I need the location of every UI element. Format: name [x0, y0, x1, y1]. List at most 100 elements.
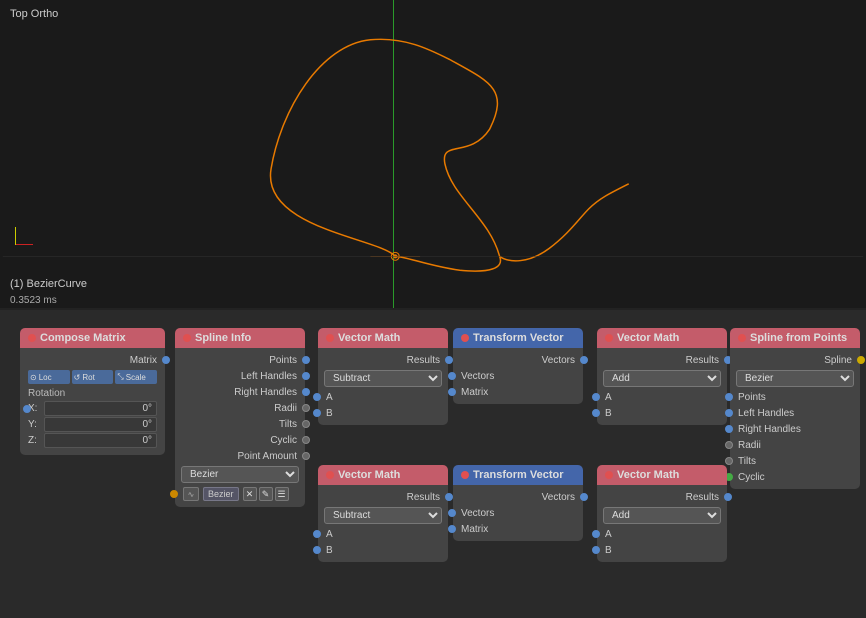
vm1-select[interactable]: Subtract — [324, 370, 442, 387]
node-sfp-title: Spline from Points — [750, 332, 847, 344]
si-radii-row: Radii — [175, 400, 305, 416]
vm2-b-row: B — [597, 405, 727, 421]
node-vm3-title: Vector Math — [338, 469, 400, 481]
tv1-vectors-socket — [580, 356, 588, 364]
scale-button[interactable]: ⤡ Scale — [115, 370, 157, 384]
node-tv2-title: Transform Vector — [473, 469, 563, 481]
sfp-points-socket — [725, 393, 733, 401]
node-tv2-header: Transform Vector — [453, 465, 583, 485]
sfp-righthandles-row: Right Handles — [730, 421, 860, 437]
bezier-menu-btn[interactable]: ☰ — [275, 487, 289, 501]
si-select[interactable]: Bezier — [181, 466, 299, 483]
vm3-select[interactable]: Subtract — [324, 507, 442, 524]
bezier-x-btn[interactable]: ✕ — [243, 487, 257, 501]
tv2-vectors-row: Vectors — [453, 489, 583, 505]
node-transform-vector-1: Transform Vector Vectors Vectors Matrix — [453, 328, 583, 404]
node-vm1-body: Results Subtract A B — [318, 348, 448, 425]
node-dot — [461, 334, 469, 342]
rotation-section: Rotation X: 0° Y: 0° Z: 0° — [20, 386, 165, 451]
vm4-a-socket — [592, 530, 600, 538]
node-tv1-title: Transform Vector — [473, 332, 563, 344]
node-vm1-title: Vector Math — [338, 332, 400, 344]
node-vm3-body: Results Subtract A B — [318, 485, 448, 562]
node-sfp-body: Spline Bezier Points Left Handles Right … — [730, 348, 860, 489]
vm1-a-row: A — [318, 389, 448, 405]
si-cyclic-socket — [302, 436, 310, 444]
lrs-buttons: ⊙ Loc ↺ Rot ⤡ Scale — [20, 368, 165, 386]
sfp-tilts-row: Tilts — [730, 453, 860, 469]
node-transform-vector-2: Transform Vector Vectors Vectors Matrix — [453, 465, 583, 541]
vm2-b-socket — [592, 409, 600, 417]
bezier-actions: ✕ ✎ ☰ — [243, 487, 289, 501]
vm3-results-socket — [445, 493, 453, 501]
node-vm3-header: Vector Math — [318, 465, 448, 485]
rotation-x-socket — [23, 405, 31, 413]
tv2-matrix-socket — [448, 525, 456, 533]
tv1-matrix-row: Matrix — [453, 384, 583, 400]
node-vm2-body: Results Add A B — [597, 348, 727, 425]
node-compose-matrix-header: Compose Matrix — [20, 328, 165, 348]
node-vm1-header: Vector Math — [318, 328, 448, 348]
loc-button[interactable]: ⊙ Loc — [28, 370, 70, 384]
si-points-row: Points — [175, 352, 305, 368]
bezier-tag: Bezier — [203, 487, 239, 501]
si-lefthandles-row: Left Handles — [175, 368, 305, 384]
vm4-b-socket — [592, 546, 600, 554]
sfp-cyclic-row: Cyclic — [730, 469, 860, 485]
rot-button[interactable]: ↺ Rot — [72, 370, 114, 384]
si-tilts-socket — [302, 420, 310, 428]
si-righthandles-row: Right Handles — [175, 384, 305, 400]
si-points-socket — [302, 356, 310, 364]
rotation-z-row: Z: 0° — [28, 433, 157, 448]
node-spline-info-header: Spline Info — [175, 328, 305, 348]
node-compose-matrix-body: Matrix ⊙ Loc ↺ Rot ⤡ Scale Rotation — [20, 348, 165, 455]
bezier-icon: ∿ — [183, 487, 199, 501]
curve-svg — [0, 0, 866, 308]
node-tv1-body: Vectors Vectors Matrix — [453, 348, 583, 404]
node-tv2-body: Vectors Vectors Matrix — [453, 485, 583, 541]
node-dot — [461, 471, 469, 479]
scale-icon: ⤡ — [117, 372, 123, 382]
sfp-radii-socket — [725, 441, 733, 449]
tv1-vectors-row: Vectors — [453, 352, 583, 368]
vm1-a-socket — [313, 393, 321, 401]
node-spline-info-title: Spline Info — [195, 332, 251, 344]
vm4-results-socket — [724, 493, 732, 501]
sfp-select[interactable]: Bezier — [736, 370, 854, 387]
sfp-points-row: Points — [730, 389, 860, 405]
node-dot — [183, 334, 191, 342]
node-dot — [326, 334, 334, 342]
vm4-b-row: B — [597, 542, 727, 558]
vm1-b-socket — [313, 409, 321, 417]
si-pointamount-row: Point Amount — [175, 448, 305, 464]
tv2-vectors-in-socket — [448, 509, 456, 517]
tv2-vectors-socket — [580, 493, 588, 501]
node-dot — [605, 471, 613, 479]
sfp-righthandles-socket — [725, 425, 733, 433]
node-vector-math-2: Vector Math Results Add A B — [597, 328, 727, 425]
vm4-results-row: Results — [597, 489, 727, 505]
vm4-a-row: A — [597, 526, 727, 542]
vm2-results-row: Results — [597, 352, 727, 368]
vm1-results-socket — [445, 356, 453, 364]
node-compose-matrix: Compose Matrix Matrix ⊙ Loc ↺ Rot ⤡ Scal… — [20, 328, 165, 455]
rotation-y-row: Y: 0° — [28, 417, 157, 432]
si-radii-socket — [302, 404, 310, 412]
node-sfp-header: Spline from Points — [730, 328, 860, 348]
rotation-label: Rotation — [28, 388, 157, 399]
vm1-b-row: B — [318, 405, 448, 421]
time-label: 0.3523 ms — [10, 295, 57, 306]
vm3-results-row: Results — [318, 489, 448, 505]
node-vm4-header: Vector Math — [597, 465, 727, 485]
si-righthandles-socket — [302, 388, 310, 396]
tv1-matrix-socket — [448, 388, 456, 396]
matrix-output-row: Matrix — [20, 352, 165, 368]
sfp-spline-row: Spline — [730, 352, 860, 368]
tv2-matrix-row: Matrix — [453, 521, 583, 537]
node-vm2-header: Vector Math — [597, 328, 727, 348]
node-dot — [326, 471, 334, 479]
bezier-edit-btn[interactable]: ✎ — [259, 487, 273, 501]
vm2-select[interactable]: Add — [603, 370, 721, 387]
vm4-select[interactable]: Add — [603, 507, 721, 524]
rotation-x-row: X: 0° — [28, 401, 157, 416]
